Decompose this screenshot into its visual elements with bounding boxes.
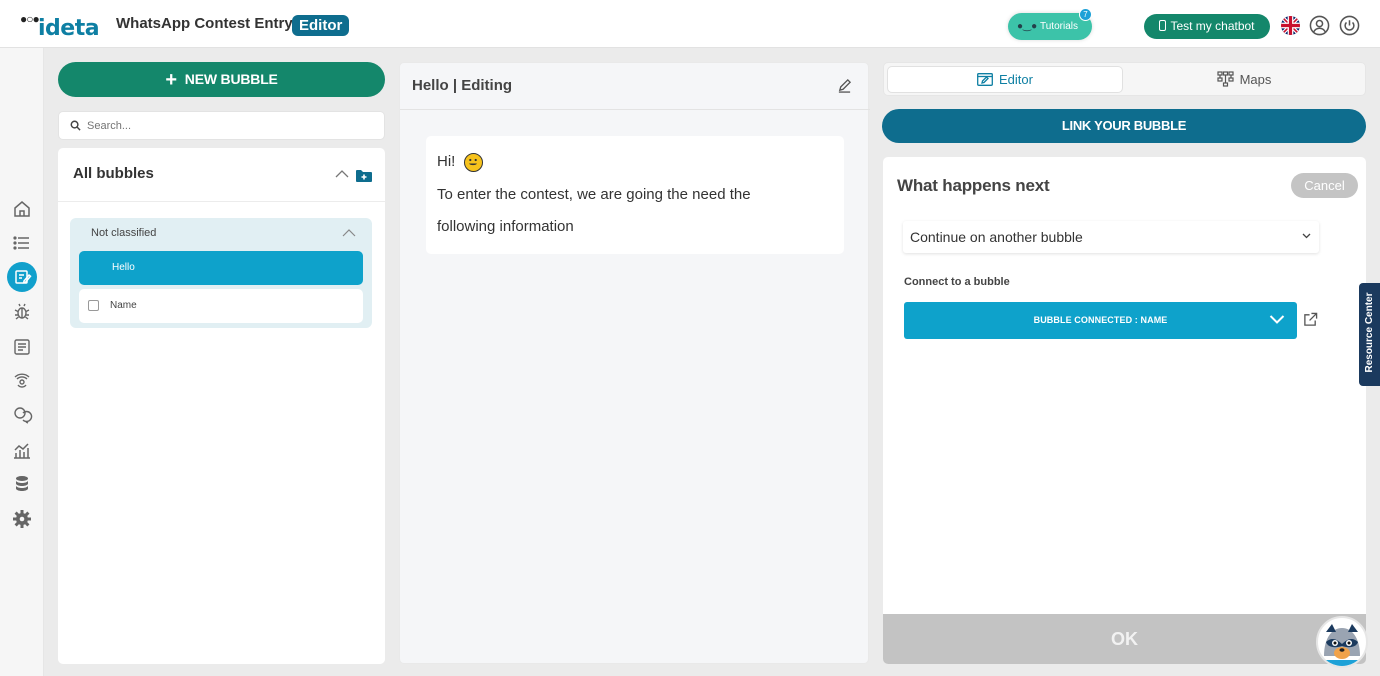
editing-divider xyxy=(400,109,870,110)
resource-center-tab[interactable]: Resource Center xyxy=(1359,283,1380,386)
group-title: Not classified xyxy=(91,227,157,239)
cancel-button[interactable]: Cancel xyxy=(1291,173,1358,198)
add-folder-icon[interactable] xyxy=(356,169,372,182)
analytics-icon[interactable] xyxy=(11,439,33,461)
pencil-icon[interactable] xyxy=(837,78,852,93)
ok-button[interactable]: OK xyxy=(883,614,1366,664)
database-icon[interactable] xyxy=(11,473,33,495)
app-title: WhatsApp Contest Entry | xyxy=(116,15,302,32)
next-title: What happens next xyxy=(897,176,1050,195)
message-line: To enter the contest, we are going the n… xyxy=(437,186,751,203)
search-icon xyxy=(70,120,81,131)
tutorials-button[interactable]: ●‿● Tutorials 7 xyxy=(1008,8,1092,40)
editing-title: Hello | Editing xyxy=(412,77,513,94)
chevron-down-icon xyxy=(1302,233,1311,239)
bug-icon[interactable] xyxy=(11,301,33,323)
external-link-icon[interactable] xyxy=(1303,312,1318,327)
sitemap-icon xyxy=(1216,71,1234,87)
list-icon[interactable] xyxy=(11,232,33,254)
bubble-group: Not classified Hello Name xyxy=(70,218,372,328)
next-panel: What happens next Cancel Continue on ano… xyxy=(883,157,1366,664)
uk-flag-icon[interactable] xyxy=(1281,16,1300,35)
ideta-logo[interactable]: ●○● ideta xyxy=(18,10,100,42)
left-nav-rail xyxy=(0,48,44,676)
plus-icon: + xyxy=(165,69,177,91)
item-checkbox[interactable] xyxy=(88,300,99,311)
mode-badge: Editor xyxy=(292,15,350,36)
editor-icon xyxy=(977,73,993,86)
edit-bubbles-icon[interactable] xyxy=(11,266,33,288)
smiley-emoji-icon xyxy=(464,153,483,172)
connected-bubble-select[interactable]: BUBBLE CONNECTED : NAME xyxy=(904,302,1297,339)
message-line: following information xyxy=(437,218,574,235)
panel-divider xyxy=(58,201,385,202)
chevron-up-icon[interactable] xyxy=(342,228,356,237)
connect-label: Connect to a bubble xyxy=(904,276,1010,288)
message-greeting: Hi! xyxy=(437,153,456,170)
next-action-select[interactable]: Continue on another bubble xyxy=(903,221,1319,253)
test-chatbot-button[interactable]: Test my chatbot xyxy=(1144,14,1270,39)
home-icon[interactable] xyxy=(11,198,33,220)
settings-icon[interactable] xyxy=(11,508,33,530)
power-icon[interactable] xyxy=(1339,15,1360,36)
bubbles-panel-title: All bubbles xyxy=(73,165,154,182)
bubbles-panel: All bubbles Not classified Hello Name xyxy=(58,148,385,664)
broadcast-icon[interactable] xyxy=(11,370,33,392)
conversations-icon[interactable] xyxy=(11,404,33,426)
new-bubble-button[interactable]: + NEW BUBBLE xyxy=(58,62,385,97)
top-bar: ●○● ideta WhatsApp Contest Entry | Edito… xyxy=(0,0,1380,48)
tab-editor[interactable]: Editor xyxy=(887,66,1123,93)
collapse-all-icon[interactable] xyxy=(335,169,349,178)
form-icon[interactable] xyxy=(11,336,33,358)
paw-icon: ●○● xyxy=(20,12,40,26)
user-icon[interactable] xyxy=(1309,15,1330,36)
chevron-down-icon xyxy=(1269,315,1285,324)
tutorials-count-badge: 7 xyxy=(1079,8,1092,21)
link-bubble-button[interactable]: LINK YOUR BUBBLE xyxy=(882,109,1366,143)
bubble-search xyxy=(58,111,385,140)
owl-icon: ●‿● xyxy=(1017,21,1038,32)
list-item-hello[interactable]: Hello xyxy=(79,251,363,285)
message-card[interactable]: Hi! To enter the contest, we are going t… xyxy=(426,136,844,254)
list-item-name[interactable]: Name xyxy=(79,289,363,323)
phone-icon xyxy=(1159,20,1167,31)
raccoon-mascot-icon[interactable] xyxy=(1316,616,1368,668)
editor-tabs: Editor Maps xyxy=(883,62,1366,96)
tab-maps[interactable]: Maps xyxy=(1126,66,1362,93)
search-input[interactable] xyxy=(87,117,377,135)
editing-panel: Hello | Editing Hi! To enter the contest… xyxy=(399,62,870,664)
